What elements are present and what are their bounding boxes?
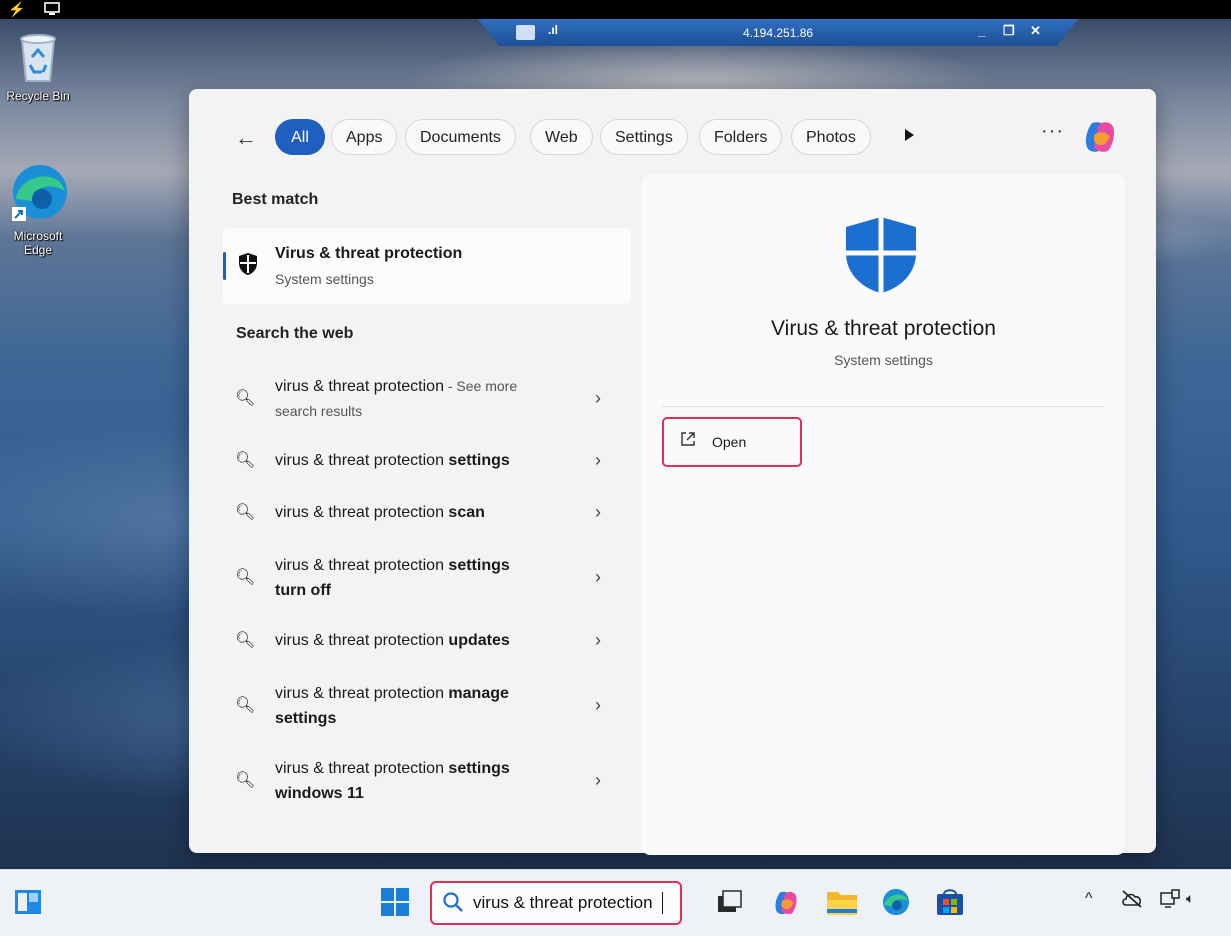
web-result[interactable]: 🔍︎ virus & threat protection - See more s… <box>235 374 615 424</box>
selection-indicator <box>223 252 226 280</box>
pin-icon[interactable] <box>516 25 535 40</box>
web-result-text: virus & threat protection settings turn … <box>275 557 510 599</box>
arrow-left-icon[interactable]: ← <box>235 125 257 151</box>
web-result[interactable]: 🔍︎ virus & threat protection manage sett… <box>235 681 615 731</box>
restore-icon[interactable]: ❐ <box>1003 23 1015 39</box>
search-icon: 🔍︎ <box>235 452 256 469</box>
search-icon: 🔍︎ <box>235 772 256 789</box>
store-icon[interactable] <box>935 888 965 921</box>
shield-icon <box>842 215 920 295</box>
web-result-text: virus & threat protection - See more sear… <box>275 378 518 419</box>
close-icon[interactable]: ✕ <box>1030 23 1041 39</box>
filter-apps[interactable]: Apps <box>331 119 398 155</box>
desktop-icon-edge[interactable]: Microsoft Edge <box>0 161 76 257</box>
edge-label: Microsoft Edge <box>13 229 63 257</box>
search-icon: 🔍︎ <box>235 390 256 407</box>
search-icon: 🔍︎ <box>235 569 256 586</box>
recycle-bin-icon <box>0 31 76 86</box>
search-icon <box>442 891 464 918</box>
divider <box>662 406 1105 407</box>
web-result[interactable]: 🔍︎ virus & threat protection settings tu… <box>235 553 615 603</box>
taskbar-search-input[interactable]: virus & threat protection <box>430 881 682 925</box>
shield-icon <box>237 252 259 276</box>
open-button[interactable]: Open <box>662 417 802 467</box>
web-result-text: virus & threat protection settings <box>275 452 510 469</box>
detail-panel: Virus & threat protection System setting… <box>642 175 1125 855</box>
edge-icon <box>0 161 76 226</box>
text-caret <box>662 892 663 914</box>
copilot-icon[interactable] <box>1080 117 1120 157</box>
filter-documents[interactable]: Documents <box>405 119 516 155</box>
web-result-text: virus & threat protection updates <box>275 632 510 649</box>
filter-bar: ← All Apps Documents Web Settings Folder… <box>189 117 1156 159</box>
desktop-icon-recycle-bin[interactable]: Recycle Bin <box>0 31 76 103</box>
chevron-right-icon: › <box>595 567 601 587</box>
cloud-offline-icon[interactable] <box>1121 890 1143 913</box>
detail-name: Virus & threat protection <box>771 317 996 340</box>
search-flyout: ← All Apps Documents Web Settings Folder… <box>189 89 1156 855</box>
volume-icon[interactable]: 🔈︎ <box>1186 890 1194 907</box>
recycle-bin-label: Recycle Bin <box>6 89 70 103</box>
filter-settings[interactable]: Settings <box>600 119 688 155</box>
task-view-icon[interactable] <box>717 890 743 919</box>
search-icon: 🔍︎ <box>235 632 256 649</box>
minimize-icon[interactable]: _ <box>978 23 985 38</box>
best-match-item[interactable]: Virus & threat protection System setting… <box>223 228 631 304</box>
chevron-up-icon[interactable]: ^ <box>1085 890 1093 908</box>
search-icon: 🔍︎ <box>235 504 256 521</box>
copilot-icon[interactable] <box>770 888 802 923</box>
detail-subtitle: System settings <box>834 352 933 368</box>
network-icon[interactable] <box>1160 889 1180 914</box>
best-match-name: Virus & threat protection <box>275 245 463 262</box>
filter-all[interactable]: All <box>275 119 325 155</box>
scroll-filters-icon[interactable] <box>905 129 914 141</box>
web-result-text: virus & threat protection manage setting… <box>275 685 509 727</box>
more-icon[interactable]: ··· <box>1041 120 1064 143</box>
signal-icon: .ıl <box>548 23 559 37</box>
web-result-text: virus & threat protection scan <box>275 504 485 521</box>
edge-icon[interactable] <box>881 887 911 922</box>
file-explorer-icon[interactable] <box>826 888 858 921</box>
external-link-icon <box>680 431 696 452</box>
filter-web[interactable]: Web <box>530 119 593 155</box>
web-result-text: virus & threat protection settings windo… <box>275 760 510 802</box>
search-query: virus & threat protection <box>473 893 653 912</box>
taskbar: virus & threat protection ^ 🔈︎ <box>0 869 1231 936</box>
remote-toolbar: ⚡ <box>0 0 1231 19</box>
connection-bar: .ıl 4.194.251.86 _ ❐ ✕ <box>478 19 1078 46</box>
lightning-icon[interactable]: ⚡ <box>8 0 25 18</box>
best-match-subtitle: System settings <box>275 271 374 287</box>
filter-photos[interactable]: Photos <box>791 119 871 155</box>
chevron-right-icon: › <box>595 630 601 650</box>
search-icon: 🔍︎ <box>235 697 256 714</box>
chevron-right-icon: › <box>595 388 601 408</box>
filter-folders[interactable]: Folders <box>699 119 783 155</box>
web-result[interactable]: 🔍︎ virus & threat protection settings wi… <box>235 756 615 806</box>
start-icon[interactable] <box>380 887 410 922</box>
widgets-icon[interactable] <box>14 889 42 920</box>
chevron-right-icon: › <box>595 695 601 715</box>
connection-ip: 4.194.251.86 <box>743 26 814 40</box>
open-label: Open <box>712 434 747 450</box>
best-match-heading: Best match <box>232 191 319 208</box>
monitor-icon[interactable] <box>44 0 60 20</box>
web-heading: Search the web <box>236 325 354 342</box>
chevron-right-icon: › <box>595 450 601 470</box>
chevron-right-icon: › <box>595 502 601 522</box>
chevron-right-icon: › <box>595 770 601 790</box>
